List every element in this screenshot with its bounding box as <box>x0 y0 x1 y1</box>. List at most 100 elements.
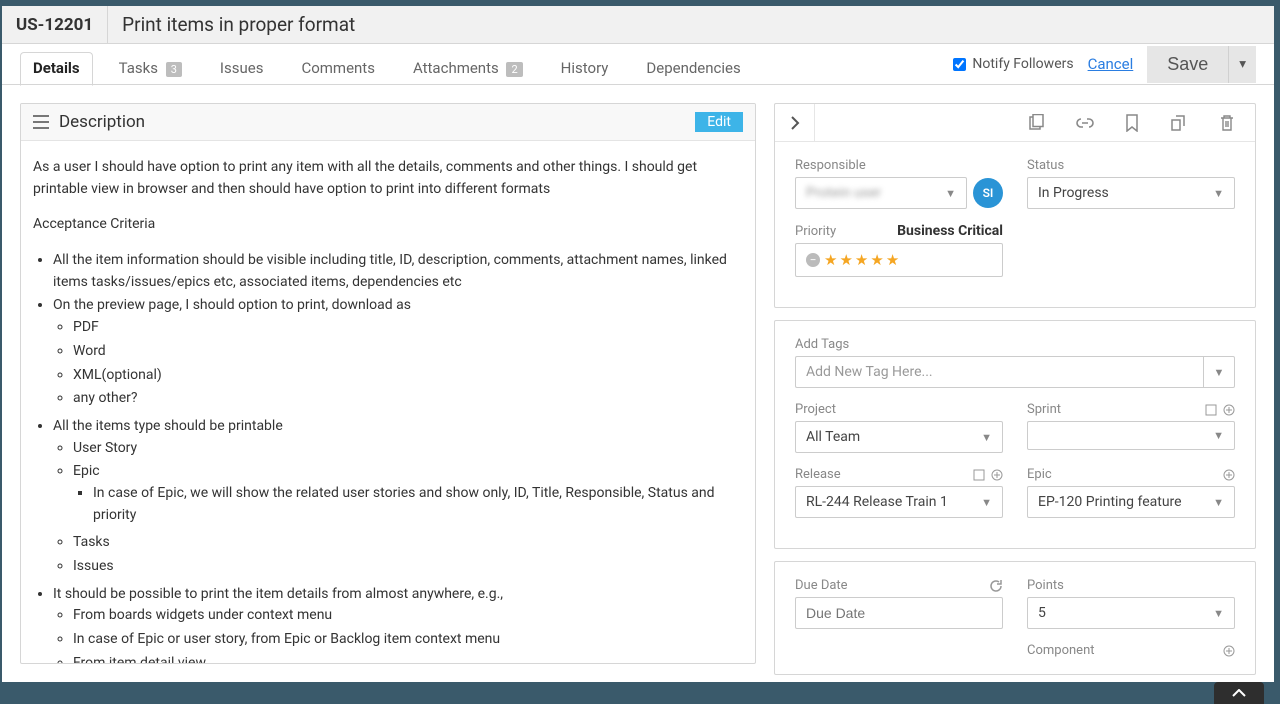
criteria-item: All the items type should be printable U… <box>53 416 743 578</box>
criteria-sub: PDF <box>73 317 743 339</box>
tab-row: Details Tasks 3 Issues Comments Attachme… <box>2 44 1274 85</box>
chevron-down-icon: ▼ <box>1213 187 1224 200</box>
project-label: Project <box>795 402 1003 417</box>
tab-tasks-label: Tasks <box>119 59 158 77</box>
status-value: In Progress <box>1038 185 1109 201</box>
points-value: 5 <box>1038 605 1046 621</box>
tab-dependencies[interactable]: Dependencies <box>634 53 752 85</box>
desc-paragraph: As a user I should have option to print … <box>33 157 743 200</box>
star-icon: ★ <box>824 251 837 269</box>
chevron-down-icon: ▼ <box>981 431 992 444</box>
properties-panel: Responsible Protein user ▼ SI Status <box>774 103 1256 308</box>
criteria-item: On the preview page, I should option to … <box>53 295 743 409</box>
priority-label: Priority <box>795 224 836 239</box>
star-icon: ★ <box>855 251 868 269</box>
open-icon[interactable] <box>1205 404 1217 416</box>
project-value: All Team <box>806 429 860 445</box>
chevron-right-icon <box>790 116 800 130</box>
notify-followers-label: Notify Followers <box>972 56 1073 72</box>
edit-button[interactable]: Edit <box>695 112 743 132</box>
story-id: US-12201 <box>2 6 108 43</box>
tab-tasks-badge: 3 <box>166 62 182 77</box>
cancel-button[interactable]: Cancel <box>1088 55 1134 73</box>
avatar[interactable]: SI <box>973 178 1003 208</box>
notify-followers-checkbox[interactable] <box>953 58 966 71</box>
link-icon[interactable] <box>1075 114 1095 132</box>
tab-tasks[interactable]: Tasks 3 <box>107 53 194 85</box>
duplicate-icon[interactable] <box>1169 114 1189 132</box>
due-date-input[interactable] <box>795 597 1003 629</box>
responsible-select[interactable]: Protein user ▼ <box>795 177 967 209</box>
release-select[interactable]: RL-244 Release Train 1 ▼ <box>795 486 1003 518</box>
open-icon[interactable] <box>973 469 985 481</box>
description-body: As a user I should have option to print … <box>21 141 755 663</box>
epic-label: Epic <box>1027 467 1217 482</box>
chevron-down-icon: ▼ <box>1213 607 1224 620</box>
status-select[interactable]: In Progress ▼ <box>1027 177 1235 209</box>
criteria-sub: any other? <box>73 388 743 410</box>
trash-icon[interactable] <box>1219 114 1235 132</box>
criteria-sub: Issues <box>73 556 743 578</box>
priority-stars[interactable]: − ★ ★ ★ ★ ★ <box>795 243 1003 277</box>
criteria-sub: User Story <box>73 438 743 460</box>
tags-dropdown-button[interactable]: ▼ <box>1203 356 1235 388</box>
tab-attachments-badge: 2 <box>506 62 522 77</box>
tab-details[interactable]: Details <box>20 52 93 86</box>
criteria-sub: In case of Epic or user story, from Epic… <box>73 629 743 651</box>
due-date-label: Due Date <box>795 578 983 593</box>
description-panel: Description Edit As a user I should have… <box>20 103 756 664</box>
save-dropdown-button[interactable]: ▾ <box>1228 46 1256 83</box>
chevron-down-icon: ▼ <box>1213 429 1224 442</box>
sprint-select[interactable]: ▼ <box>1027 421 1235 450</box>
sprint-label: Sprint <box>1027 402 1199 417</box>
clear-priority-icon[interactable]: − <box>806 253 820 267</box>
tab-comments[interactable]: Comments <box>289 53 387 85</box>
add-icon[interactable] <box>1223 645 1235 657</box>
responsible-label: Responsible <box>795 158 1003 173</box>
tags-label: Add Tags <box>795 337 1235 352</box>
chevron-up-icon <box>1232 689 1246 697</box>
priority-text: Business Critical <box>897 223 1003 239</box>
chevron-down-icon: ▼ <box>1213 496 1224 509</box>
star-icon: ★ <box>886 251 899 269</box>
star-icon: ★ <box>839 251 852 269</box>
bookmark-icon[interactable] <box>1125 114 1139 132</box>
criteria-sub: From boards widgets under context menu <box>73 605 743 627</box>
release-label: Release <box>795 467 967 482</box>
add-icon[interactable] <box>1223 404 1235 416</box>
tags-panel: Add Tags Add New Tag Here... ▼ Project A… <box>774 320 1256 549</box>
description-title: Description <box>59 112 145 132</box>
tab-issues[interactable]: Issues <box>208 53 276 85</box>
menu-icon <box>33 115 49 129</box>
criteria-sub: Tasks <box>73 532 743 554</box>
chevron-down-icon: ▼ <box>945 187 956 200</box>
notify-followers[interactable]: Notify Followers <box>953 56 1073 72</box>
project-select[interactable]: All Team ▼ <box>795 421 1003 453</box>
reset-icon[interactable] <box>989 579 1003 593</box>
criteria-sub: From item detail view <box>73 653 743 663</box>
epic-select[interactable]: EP-120 Printing feature ▼ <box>1027 486 1235 518</box>
tab-attachments-label: Attachments <box>413 59 499 77</box>
header: US-12201 Print items in proper format <box>2 6 1274 44</box>
save-button[interactable]: Save <box>1147 46 1228 83</box>
tab-history[interactable]: History <box>549 53 621 85</box>
tags-input[interactable]: Add New Tag Here... <box>795 356 1203 388</box>
add-icon[interactable] <box>991 469 1003 481</box>
schedule-panel: Due Date Points 5 ▼ <box>774 561 1256 675</box>
criteria-sub2: In case of Epic, we will show the relate… <box>93 483 743 526</box>
points-select[interactable]: 5 ▼ <box>1027 597 1235 629</box>
collapse-panel-button[interactable] <box>775 104 815 141</box>
criteria-sub: XML(optional) <box>73 365 743 387</box>
component-label: Component <box>1027 643 1217 658</box>
chevron-down-icon: ▼ <box>981 496 992 509</box>
add-icon[interactable] <box>1223 469 1235 481</box>
footer-expand-button[interactable] <box>1214 682 1264 704</box>
tab-attachments[interactable]: Attachments 2 <box>401 53 535 85</box>
epic-value: EP-120 Printing feature <box>1038 494 1182 510</box>
criteria-sub: Epic In case of Epic, we will show the r… <box>73 461 743 526</box>
criteria-item: It should be possible to print the item … <box>53 584 743 663</box>
story-title: Print items in proper format <box>108 6 369 43</box>
copy-icon[interactable] <box>1027 114 1045 132</box>
criteria-sub: Word <box>73 341 743 363</box>
criteria-item: All the item information should be visib… <box>53 250 743 293</box>
